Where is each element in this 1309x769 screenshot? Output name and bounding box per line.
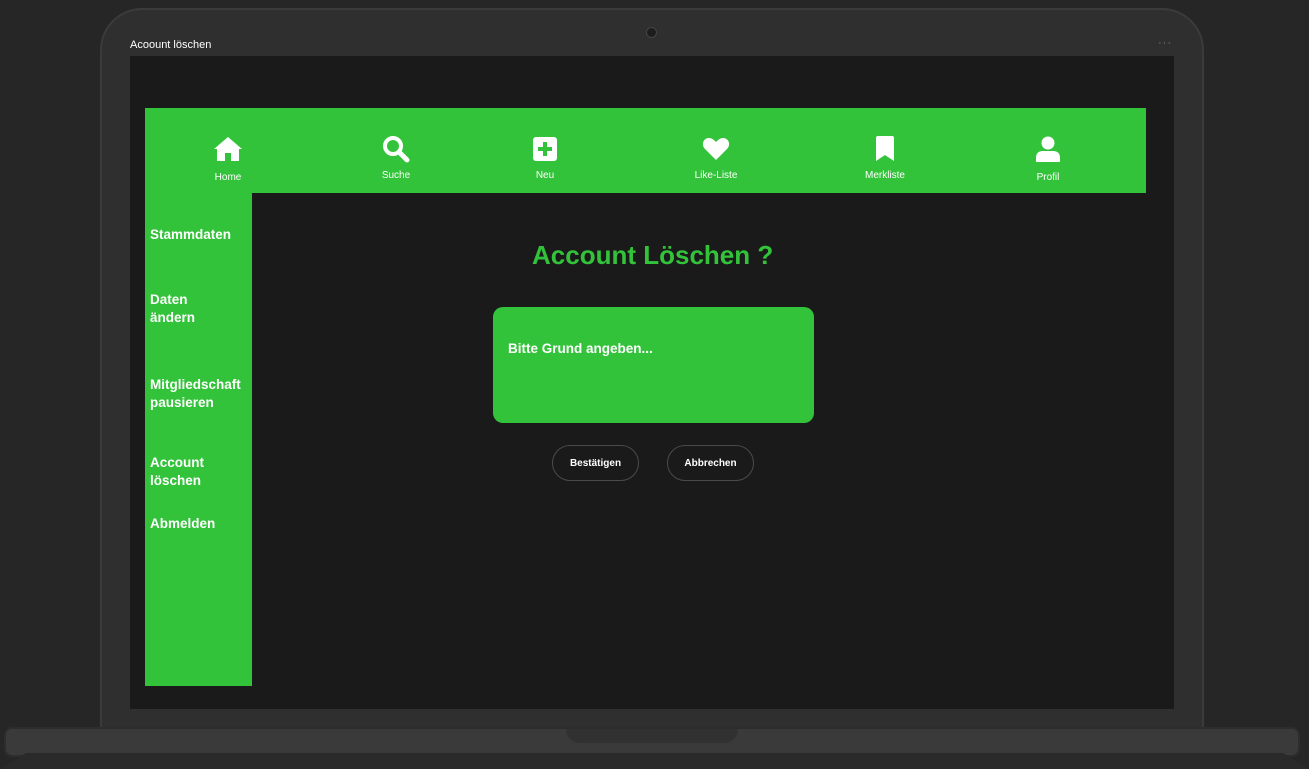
nav-label: Suche — [381, 170, 411, 181]
top-navigation: Home Suche Neu Like-Liste Merkliste Prof… — [145, 108, 1146, 193]
sidebar-item-logout[interactable]: Abmelden — [150, 515, 250, 533]
user-icon — [1033, 134, 1063, 164]
sidebar-item-delete-account[interactable]: Account löschen — [150, 454, 220, 490]
page-title: Account Löschen ? — [532, 240, 774, 270]
heart-icon — [701, 134, 731, 164]
sidebar-item-master-data[interactable]: Stammdaten — [150, 226, 250, 244]
search-icon — [381, 134, 411, 164]
settings-sidebar: Stammdaten Daten ändern Mitgliedschaft p… — [145, 193, 252, 686]
home-icon — [213, 134, 243, 164]
nav-item-home[interactable]: Home — [168, 108, 288, 193]
nav-label: Merkliste — [864, 170, 905, 181]
confirm-button[interactable]: Bestätigen — [552, 445, 639, 481]
laptop-foot — [0, 753, 1309, 769]
nav-item-profile[interactable]: Profil — [988, 108, 1108, 193]
plus-square-icon — [530, 134, 560, 164]
reason-input[interactable] — [508, 338, 799, 358]
camera-icon — [646, 27, 657, 38]
nav-label: Profil — [1036, 172, 1060, 183]
bookmark-icon — [870, 134, 900, 164]
nav-item-new[interactable]: Neu — [485, 108, 605, 193]
window-menu-dots[interactable]: ··· — [1158, 37, 1172, 49]
nav-item-like-list[interactable]: Like-Liste — [656, 108, 776, 193]
nav-label: Like-Liste — [694, 170, 738, 181]
nav-item-watchlist[interactable]: Merkliste — [825, 108, 945, 193]
sidebar-item-pause-membership[interactable]: Mitgliedschaft pausieren — [150, 376, 250, 412]
nav-label: Home — [214, 172, 242, 183]
nav-item-search[interactable]: Suche — [336, 108, 456, 193]
cancel-button[interactable]: Abbrechen — [667, 445, 754, 481]
laptop-notch — [566, 729, 738, 743]
reason-textbox[interactable] — [493, 307, 814, 423]
nav-label: Neu — [535, 170, 555, 181]
window-title: Acoount löschen — [130, 39, 212, 51]
sidebar-item-edit-data[interactable]: Daten ändern — [150, 291, 220, 327]
